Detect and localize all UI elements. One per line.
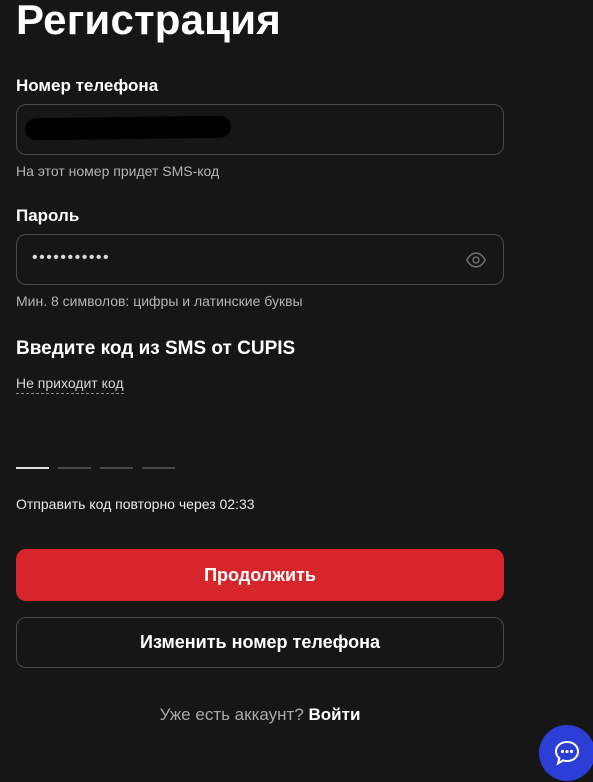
password-masked-value: ••••••••••• bbox=[32, 249, 111, 266]
change-phone-button[interactable]: Изменить номер телефона bbox=[16, 617, 504, 668]
sms-code-title: Введите код из SMS от CUPIS bbox=[16, 338, 296, 359]
login-question: Уже есть аккаунт? bbox=[159, 705, 304, 724]
chat-bubble-icon bbox=[554, 740, 580, 766]
login-prompt: Уже есть аккаунт? Войти bbox=[0, 704, 520, 726]
code-digit-slot[interactable] bbox=[100, 467, 133, 469]
code-digit-slot[interactable] bbox=[142, 467, 175, 469]
login-link[interactable]: Войти bbox=[309, 705, 361, 724]
eye-icon[interactable] bbox=[465, 250, 487, 270]
redacted-phone-value bbox=[24, 115, 232, 141]
continue-button[interactable]: Продолжить bbox=[16, 549, 504, 601]
chat-button[interactable] bbox=[539, 725, 593, 781]
password-hint: Мин. 8 символов: цифры и латинские буквы bbox=[16, 293, 303, 309]
phone-input[interactable] bbox=[16, 104, 504, 155]
resend-timer-text: Отправить код повторно через 02:33 bbox=[16, 496, 255, 512]
password-input[interactable]: ••••••••••• bbox=[16, 234, 504, 285]
code-digit-slot[interactable] bbox=[58, 467, 91, 469]
page-title: Регистрация bbox=[16, 0, 281, 43]
code-digit-slot[interactable] bbox=[16, 467, 49, 469]
phone-hint: На этот номер придет SMS-код bbox=[16, 163, 220, 179]
phone-label: Номер телефона bbox=[16, 76, 159, 95]
no-code-link[interactable]: Не приходит код bbox=[16, 374, 124, 394]
password-label: Пароль bbox=[16, 206, 80, 225]
